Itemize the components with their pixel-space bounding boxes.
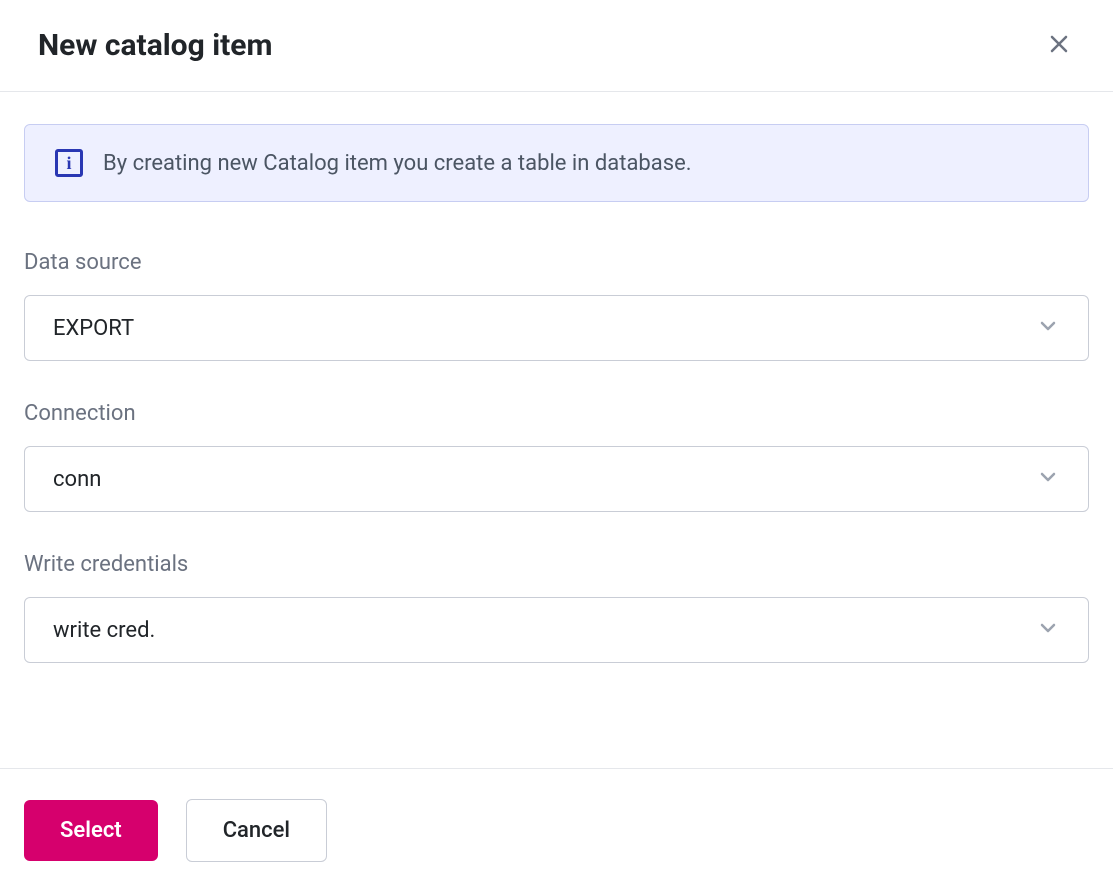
chevron-down-icon: [1036, 616, 1060, 644]
new-catalog-item-dialog: New catalog item i By creating new Catal…: [0, 0, 1113, 892]
chevron-down-icon: [1036, 314, 1060, 342]
chevron-down-icon: [1036, 465, 1060, 493]
connection-value: conn: [53, 467, 101, 492]
info-icon: i: [55, 149, 83, 177]
select-button[interactable]: Select: [24, 800, 158, 861]
dialog-header: New catalog item: [0, 0, 1113, 92]
data-source-field: Data source EXPORT: [24, 250, 1089, 361]
write-credentials-select[interactable]: write cred.: [24, 597, 1089, 663]
write-credentials-field: Write credentials write cred.: [24, 552, 1089, 663]
dialog-footer: Select Cancel: [0, 768, 1113, 892]
cancel-button[interactable]: Cancel: [186, 799, 327, 862]
close-icon: [1047, 32, 1071, 59]
write-credentials-label: Write credentials: [24, 552, 1089, 577]
connection-label: Connection: [24, 401, 1089, 426]
dialog-title: New catalog item: [38, 28, 273, 63]
info-banner: i By creating new Catalog item you creat…: [24, 124, 1089, 202]
connection-field: Connection conn: [24, 401, 1089, 512]
data-source-value: EXPORT: [53, 316, 134, 341]
close-button[interactable]: [1043, 28, 1075, 63]
data-source-select[interactable]: EXPORT: [24, 295, 1089, 361]
data-source-label: Data source: [24, 250, 1089, 275]
info-message: By creating new Catalog item you create …: [103, 151, 692, 176]
write-credentials-value: write cred.: [53, 618, 155, 643]
dialog-body: i By creating new Catalog item you creat…: [0, 92, 1113, 768]
connection-select[interactable]: conn: [24, 446, 1089, 512]
